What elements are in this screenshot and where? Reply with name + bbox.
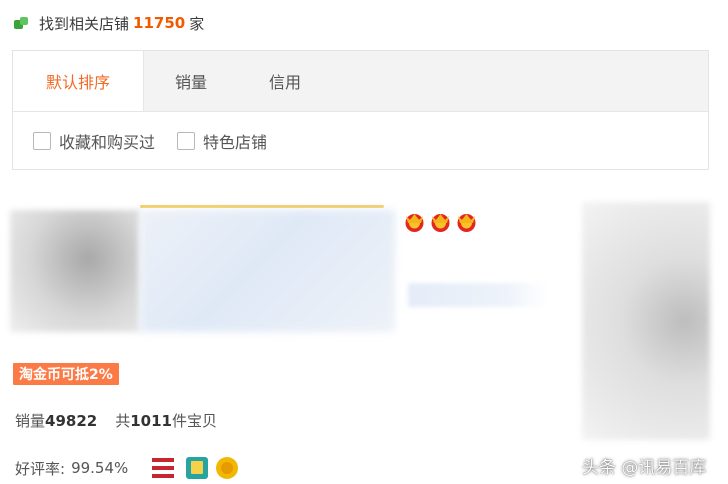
sales-info: 销量49822 共1011件宝贝 — [15, 410, 217, 431]
shop-card: 淘金币可抵2% 销量49822 共1011件宝贝 好评率: 99.54% — [10, 200, 570, 484]
checkbox[interactable] — [177, 131, 196, 150]
flag-icon[interactable] — [152, 458, 175, 478]
gift-icon[interactable] — [186, 457, 209, 479]
shop-thumbnail[interactable] — [10, 210, 140, 332]
sort-tabs: 默认排序 销量 信用 — [13, 51, 708, 112]
result-prefix: 找到相关店铺 — [39, 14, 130, 33]
checkbox[interactable] — [33, 131, 51, 150]
side-product-thumbnail[interactable] — [582, 202, 710, 440]
crown-icon — [403, 211, 426, 233]
filter-purchased[interactable]: 收藏和购买过 — [33, 129, 155, 153]
sales-count: 销量49822 — [15, 412, 98, 430]
filter-checkboxes: 收藏和购买过 特色店铺 — [13, 112, 708, 169]
result-summary: 找到相关店铺 11750 家 — [14, 11, 204, 35]
coin-discount-badge: 淘金币可抵2% — [13, 363, 119, 385]
medal-icon[interactable] — [216, 457, 239, 479]
result-suffix: 家 — [189, 14, 205, 33]
shop-icon — [14, 16, 29, 30]
filter-panel: 默认排序 销量 信用 收藏和购买过 特色店铺 — [12, 50, 709, 170]
filter-featured[interactable]: 特色店铺 — [177, 129, 267, 153]
filter-purchased-label: 收藏和购买过 — [59, 132, 156, 152]
tab-default-sort[interactable]: 默认排序 — [13, 51, 144, 111]
crown-icon — [455, 211, 478, 233]
watermark: 头条 @讯易百库 — [582, 458, 707, 478]
crown-icon — [429, 211, 452, 233]
tab-sales[interactable]: 销量 — [144, 51, 238, 111]
rating-label: 好评率: — [15, 459, 66, 478]
crown-rating — [403, 211, 478, 233]
shop-subtitle-blurred — [408, 283, 548, 307]
filter-featured-label: 特色店铺 — [203, 132, 268, 152]
result-count: 11750 — [133, 14, 186, 32]
rating-value: 99.54% — [71, 459, 129, 477]
tab-credit[interactable]: 信用 — [238, 51, 332, 111]
items-count[interactable]: 共1011件宝贝 — [115, 410, 217, 431]
highlight-bar — [140, 205, 384, 208]
shop-name-blurred[interactable] — [140, 210, 395, 332]
rating-row: 好评率: 99.54% — [15, 457, 239, 479]
